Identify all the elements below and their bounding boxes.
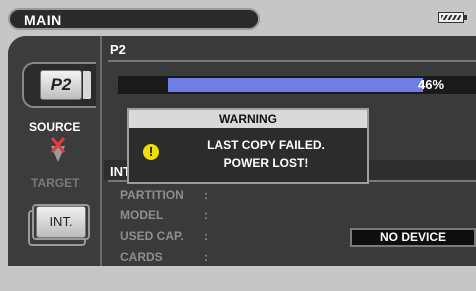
dialog-message-line2: POWER LOST!	[223, 156, 309, 170]
down-arrow-icon	[51, 146, 65, 162]
screen: MAIN P2 SOURCE TARGET INT. P2 46% INT PA…	[0, 0, 476, 291]
top-bar: MAIN	[4, 8, 476, 30]
info-row-cards: CARDS:	[120, 250, 208, 264]
p2-section-header: P2	[110, 42, 126, 57]
info-colon: :	[204, 250, 208, 264]
warning-dialog[interactable]: WARNING ! LAST COPY FAILED. POWER LOST!	[127, 108, 369, 184]
info-row-model: MODEL:	[120, 208, 208, 222]
main-mode-label: MAIN	[24, 12, 62, 28]
p2-card-icon: P2	[40, 70, 91, 100]
info-colon: :	[204, 229, 208, 243]
source-label: SOURCE	[29, 120, 81, 134]
battery-icon	[438, 12, 467, 23]
info-colon: :	[204, 208, 208, 222]
info-label: CARDS	[120, 250, 163, 264]
header-underline	[108, 60, 476, 62]
device-status-badge: NO DEVICE	[350, 228, 476, 247]
info-label: PARTITION	[120, 188, 184, 202]
info-row-partition: PARTITION:	[120, 188, 208, 202]
source-p2-button[interactable]: P2	[22, 62, 96, 108]
info-row-used-cap: USED CAP.:	[120, 229, 208, 243]
info-label: USED CAP.	[120, 229, 184, 243]
source-target-column: P2 SOURCE TARGET INT.	[8, 36, 102, 266]
copy-progress-bar: 46%	[118, 76, 476, 94]
progress-percent: 46%	[418, 77, 445, 92]
copy-blocked-icon	[50, 137, 66, 162]
dialog-title: WARNING	[129, 110, 367, 128]
target-int-button[interactable]: INT.	[24, 198, 94, 246]
info-colon: :	[204, 188, 208, 202]
target-label: TARGET	[31, 176, 80, 190]
column-divider	[100, 36, 102, 266]
warning-icon: !	[143, 144, 159, 160]
dialog-message-line1: LAST COPY FAILED.	[207, 138, 325, 152]
progress-fill	[168, 78, 423, 92]
info-label: MODEL	[120, 208, 164, 222]
int-button-label: INT.	[36, 206, 86, 238]
main-mode-tab[interactable]: MAIN	[8, 8, 260, 30]
dialog-message: LAST COPY FAILED. POWER LOST!	[171, 136, 361, 172]
